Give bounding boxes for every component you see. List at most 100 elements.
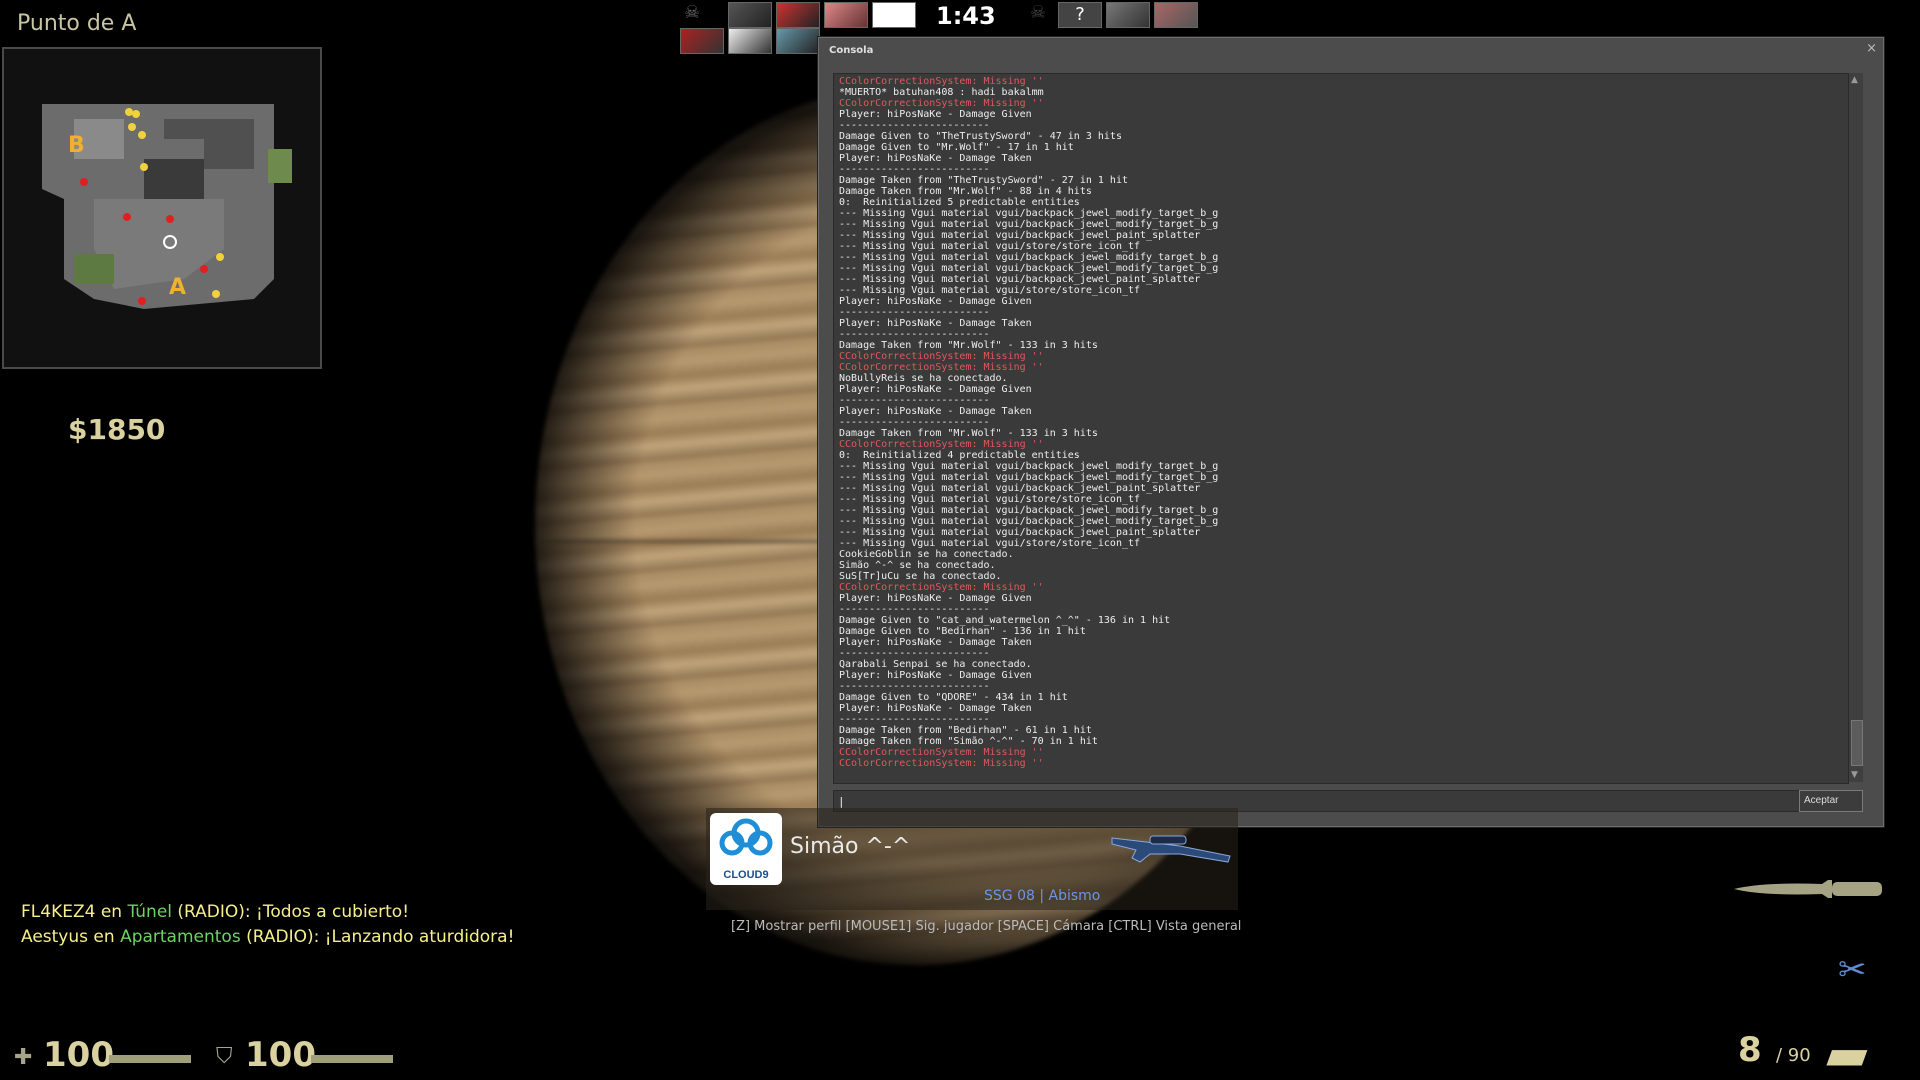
cloud9-logo-icon xyxy=(719,818,773,856)
radio-connector: en xyxy=(95,902,128,922)
player-avatar xyxy=(776,28,820,54)
knife-icon xyxy=(1734,880,1882,898)
radar-site-a-label: A xyxy=(169,275,186,300)
radio-location: Apartamentos xyxy=(120,927,241,947)
console-line: ------------------------- xyxy=(839,307,990,318)
player-avatar xyxy=(680,28,724,54)
console-line: ------------------------- xyxy=(839,648,990,659)
console-line: Player: hiPosNaKe - Damage Taken xyxy=(839,637,1032,648)
console-line: --- Missing Vgui material vgui/backpack_… xyxy=(839,219,1219,230)
console-line: ------------------------- xyxy=(839,604,990,615)
team-logo: CLOUD9 xyxy=(710,813,782,885)
close-icon[interactable]: × xyxy=(1866,41,1877,56)
console-line: ------------------------- xyxy=(839,395,990,406)
health-bar xyxy=(109,1055,191,1063)
console-line: Damage Taken from "Bedirhan" - 61 in 1 h… xyxy=(839,725,1092,736)
console-line: CookieGoblin se ha conectado. xyxy=(839,549,1014,560)
radio-location: Túnel xyxy=(127,902,173,922)
console-line: ------------------------- xyxy=(839,681,990,692)
console-line: ------------------------- xyxy=(839,417,990,428)
console-line: --- Missing Vgui material vgui/store/sto… xyxy=(839,538,1141,549)
console-line: --- Missing Vgui material vgui/backpack_… xyxy=(839,230,1201,241)
console-line: Player: hiPosNaKe - Damage Taken xyxy=(839,318,1032,329)
console-line: --- Missing Vgui material vgui/store/sto… xyxy=(839,494,1141,505)
submit-button[interactable]: Aceptar xyxy=(1799,790,1863,812)
console-line: --- Missing Vgui material vgui/backpack_… xyxy=(839,252,1219,263)
console-line: Damage Taken from "Simão ^-^" - 70 in 1 … xyxy=(839,736,1098,747)
console-line: Damage Taken from "Mr.Wolf" - 88 in 4 hi… xyxy=(839,186,1092,197)
console-line: CColorCorrectionSystem: Missing '' xyxy=(839,747,1044,758)
console-line: Player: hiPosNaKe - Damage Taken xyxy=(839,703,1032,714)
bullets-icon: ▮▮▮▮▮ xyxy=(1823,1044,1868,1068)
radar-map: B A xyxy=(4,49,320,367)
radar-minimap: B A xyxy=(2,47,322,369)
console-line: Player: hiPosNaKe - Damage Given xyxy=(839,109,1032,120)
console-line: CColorCorrectionSystem: Missing '' xyxy=(839,439,1044,450)
console-line: SuS[Tr]uCu se ha conectado. xyxy=(839,571,1002,582)
console-line: --- Missing Vgui material vgui/backpack_… xyxy=(839,274,1201,285)
ammo-reserve: / 90 xyxy=(1776,1045,1811,1066)
radio-text: (RADIO): ¡Lanzando aturdidora! xyxy=(240,927,515,947)
console-line: Player: hiPosNaKe - Damage Taken xyxy=(839,406,1032,417)
console-line: --- Missing Vgui material vgui/backpack_… xyxy=(839,527,1201,538)
shield-icon: ⛉ xyxy=(216,1044,233,1069)
console-line: Qarabali Senpai se ha conectado. xyxy=(839,659,1032,670)
console-line: ------------------------- xyxy=(839,120,990,131)
console-line: --- Missing Vgui material vgui/backpack_… xyxy=(839,461,1219,472)
radar-location-label: Punto de A xyxy=(17,11,137,36)
money-display: $1850 xyxy=(68,413,166,446)
player-avatar xyxy=(728,28,772,54)
console-line: CColorCorrectionSystem: Missing '' xyxy=(839,351,1044,362)
console-line: Player: hiPosNaKe - Damage Given xyxy=(839,296,1032,307)
console-line: Damage Taken from "Mr.Wolf" - 133 in 3 h… xyxy=(839,340,1098,351)
scroll-thumb[interactable] xyxy=(1851,720,1863,766)
console-line: NoBullyReis se ha conectado. xyxy=(839,373,1008,384)
player-avatar xyxy=(1154,2,1198,28)
console-line: --- Missing Vgui material vgui/backpack_… xyxy=(839,505,1219,516)
console-line: 0: Reinitialized 5 predictable entities xyxy=(839,197,1080,208)
console-line: CColorCorrectionSystem: Missing '' xyxy=(839,362,1044,373)
ammo-clip: 8 xyxy=(1738,1030,1762,1070)
console-line: CColorCorrectionSystem: Missing '' xyxy=(839,98,1044,109)
console-line: --- Missing Vgui material vgui/backpack_… xyxy=(839,483,1201,494)
unknown-avatar: ? xyxy=(1058,2,1102,28)
console-line: --- Missing Vgui material vgui/store/sto… xyxy=(839,241,1141,252)
console-line: ------------------------- xyxy=(839,714,990,725)
console-line: Player: hiPosNaKe - Damage Given xyxy=(839,593,1032,604)
radio-connector: en xyxy=(88,927,121,947)
player-avatar xyxy=(872,2,916,28)
radio-player: FL4KEZ4 xyxy=(21,902,96,922)
scroll-down-icon[interactable]: ▼ xyxy=(1851,770,1858,780)
team-logo-text: CLOUD9 xyxy=(723,869,769,881)
scroll-up-icon[interactable]: ▲ xyxy=(1851,75,1858,85)
console-line: Damage Given to "TheTrustySword" - 47 in… xyxy=(839,131,1122,142)
defuse-kit-icon: ✂ xyxy=(1838,950,1867,990)
console-line: Damage Given to "QDORE" - 434 in 1 hit xyxy=(839,692,1068,703)
armor-value: 100 xyxy=(245,1035,316,1075)
rifle-icon xyxy=(1111,835,1231,863)
skull-icon: ☠ xyxy=(1030,2,1047,23)
console-line: --- Missing Vgui material vgui/backpack_… xyxy=(839,472,1219,483)
console-line: ------------------------- xyxy=(839,329,990,340)
radar-site-b-label: B xyxy=(68,133,85,158)
console-scrollbar[interactable]: ▲ ▼ xyxy=(1849,73,1863,782)
console-line: CColorCorrectionSystem: Missing '' xyxy=(839,582,1044,593)
radio-message: Aestyus en Apartamentos (RADIO): ¡Lanzan… xyxy=(21,927,514,947)
spectator-controls-hint: [Z] Mostrar perfil [MOUSE1] Sig. jugador… xyxy=(731,919,1242,934)
radio-message: FL4KEZ4 en Túnel (RADIO): ¡Todos a cubie… xyxy=(21,902,409,922)
spectated-player-name: Simão ^-^ xyxy=(790,834,911,859)
player-avatar xyxy=(1106,2,1150,28)
console-line: *MUERTO* batuhan408 : hadi bakalmm xyxy=(839,87,1044,98)
console-lines: CColorCorrectionSystem: Missing '' *MUERT… xyxy=(839,76,1218,769)
console-line: Player: hiPosNaKe - Damage Taken xyxy=(839,153,1032,164)
round-timer: 1:43 xyxy=(936,2,996,30)
console-window[interactable]: Consola × CColorCorrectionSystem: Missin… xyxy=(818,37,1884,827)
radio-player: Aestyus xyxy=(21,927,89,947)
weapon-name: SSG 08 | Abismo xyxy=(984,888,1101,904)
player-avatar xyxy=(728,2,772,28)
console-line: --- Missing Vgui material vgui/store/sto… xyxy=(839,285,1141,296)
console-line: ------------------------- xyxy=(839,164,990,175)
player-avatar xyxy=(776,2,820,28)
console-output[interactable]: CColorCorrectionSystem: Missing '' *MUERT… xyxy=(833,73,1849,784)
plus-icon: ✚ xyxy=(14,1045,33,1070)
